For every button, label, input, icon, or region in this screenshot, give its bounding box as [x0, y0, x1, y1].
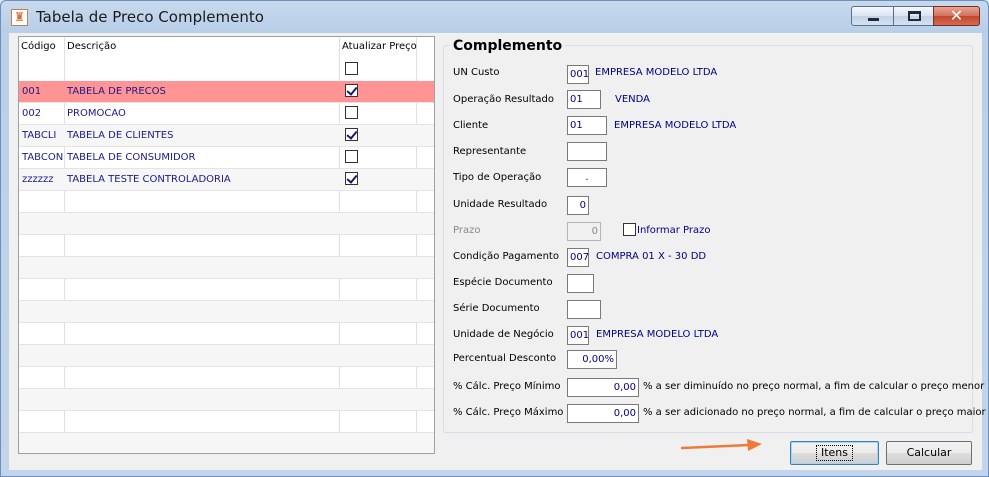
- cell-codigo: zzzzzz: [22, 174, 54, 185]
- itens-button[interactable]: Itens: [790, 441, 879, 465]
- table-row[interactable]: TABCLI TABELA DE CLIENTES: [19, 125, 434, 147]
- minimize-button[interactable]: [851, 6, 894, 26]
- dialog-body: Código Descrição Atualizar Preço 001 TABE…: [9, 33, 986, 470]
- atualizar-preco-checkbox[interactable]: [345, 172, 358, 185]
- empty-row[interactable]: [19, 191, 434, 213]
- cliente-field[interactable]: 01: [567, 116, 607, 135]
- empty-row[interactable]: [19, 345, 434, 367]
- label-calc-preco-minimo: % Cálc. Preço Mínimo: [453, 381, 561, 392]
- un-custo-description: EMPRESA MODELO LTDA: [595, 67, 718, 78]
- cell-descricao: TABELA DE PRECOS: [67, 86, 166, 97]
- cell-descricao: TABELA DE CONSUMIDOR: [67, 152, 196, 163]
- table-row[interactable]: TABCON TABELA DE CONSUMIDOR: [19, 147, 434, 169]
- app-icon: ♜: [11, 9, 28, 26]
- prazo-field: 0: [567, 222, 601, 241]
- unidade-resultado-field[interactable]: 0: [567, 196, 589, 215]
- calc-preco-minimo-field[interactable]: 0,00: [567, 378, 639, 397]
- cell-descricao: TABELA DE CLIENTES: [67, 130, 174, 141]
- label-condicao-pagamento: Condição Pagamento: [453, 251, 559, 262]
- header-checkbox-atualizar[interactable]: [345, 62, 358, 75]
- empty-row[interactable]: [19, 257, 434, 279]
- column-header-descricao[interactable]: Descrição: [67, 41, 116, 52]
- calc-preco-maximo-field[interactable]: 0,00: [567, 404, 639, 423]
- empty-row[interactable]: [19, 235, 434, 257]
- window-title: Tabela de Preco Complemento: [36, 8, 264, 26]
- atualizar-preco-checkbox[interactable]: [345, 106, 358, 119]
- condicao-pagamento-description: COMPRA 01 X - 30 DD: [596, 251, 707, 262]
- dialog-window: ♜ Tabela de Preco Complemento ✕ Código D…: [0, 0, 989, 477]
- unidade-negocio-description: EMPRESA MODELO LTDA: [596, 329, 719, 340]
- un-custo-field[interactable]: 001: [567, 65, 589, 84]
- cell-codigo: TABCLI: [22, 130, 57, 141]
- label-tipo-operacao: Tipo de Operação: [453, 172, 542, 183]
- atualizar-preco-checkbox[interactable]: [345, 128, 358, 141]
- calc-preco-maximo-note: % a ser adicionado no preço normal, a fi…: [643, 407, 986, 418]
- atualizar-preco-checkbox[interactable]: [345, 84, 358, 97]
- calc-preco-minimo-note: % a ser diminuído no preço normal, a fim…: [643, 381, 985, 392]
- calcular-button-label: Calcular: [906, 446, 952, 459]
- label-especie-documento: Espécie Documento: [453, 277, 553, 288]
- label-prazo: Prazo: [453, 225, 481, 236]
- unidade-negocio-field[interactable]: 001: [567, 326, 589, 345]
- close-button[interactable]: ✕: [933, 6, 980, 26]
- label-cliente: Cliente: [453, 120, 489, 131]
- cell-codigo: TABCON: [22, 152, 64, 163]
- label-operacao-resultado: Operação Resultado: [453, 94, 555, 105]
- title-bar[interactable]: ♜ Tabela de Preco Complemento ✕: [1, 1, 988, 35]
- complemento-title: Complemento: [450, 38, 566, 54]
- empty-row[interactable]: [19, 433, 434, 453]
- especie-documento-field[interactable]: [567, 274, 594, 293]
- label-percentual-desconto: Percentual Desconto: [453, 353, 557, 364]
- empty-row[interactable]: [19, 389, 434, 411]
- table-row[interactable]: zzzzzz TABELA TESTE CONTROLADORIA: [19, 169, 434, 191]
- table-row[interactable]: 002 PROMOCAO: [19, 103, 434, 125]
- table-row[interactable]: 001 TABELA DE PRECOS: [19, 81, 434, 103]
- label-unidade-negocio: Unidade de Negócio: [453, 329, 554, 340]
- maximize-icon: [908, 11, 921, 21]
- column-header-codigo[interactable]: Código: [21, 41, 56, 52]
- minimize-icon: [868, 18, 879, 21]
- cell-descricao: PROMOCAO: [67, 108, 126, 119]
- empty-row[interactable]: [19, 279, 434, 301]
- label-representante: Representante: [453, 146, 527, 157]
- cell-codigo: 001: [22, 86, 42, 97]
- cell-codigo: 002: [22, 108, 42, 119]
- representante-field[interactable]: [567, 142, 607, 161]
- tipo-operacao-field[interactable]: .: [567, 168, 607, 187]
- percentual-desconto-field[interactable]: 0,00%: [567, 350, 617, 369]
- maximize-button[interactable]: [893, 6, 934, 26]
- label-calc-preco-maximo: % Cálc. Preço Máximo: [453, 407, 564, 418]
- label-unidade-resultado: Unidade Resultado: [453, 199, 548, 210]
- operacao-resultado-description: VENDA: [615, 94, 651, 105]
- label-un-custo: UN Custo: [453, 67, 500, 78]
- cell-descricao: TABELA TESTE CONTROLADORIA: [67, 174, 231, 185]
- itens-button-label: Itens: [815, 445, 854, 461]
- grid-header: Código Descrição Atualizar Preço: [19, 37, 434, 59]
- close-icon: ✕: [949, 6, 964, 25]
- cliente-description: EMPRESA MODELO LTDA: [614, 120, 737, 131]
- serie-documento-field[interactable]: [567, 300, 601, 319]
- operacao-resultado-field[interactable]: 01: [567, 90, 601, 109]
- empty-row[interactable]: [19, 301, 434, 323]
- label-serie-documento: Série Documento: [453, 303, 540, 314]
- calcular-button[interactable]: Calcular: [886, 441, 972, 465]
- price-table-grid[interactable]: Código Descrição Atualizar Preço 001 TABE…: [18, 36, 435, 454]
- arrow-annotation-icon: [681, 439, 762, 451]
- atualizar-preco-checkbox[interactable]: [345, 150, 358, 163]
- empty-row[interactable]: [19, 323, 434, 345]
- empty-row[interactable]: [19, 213, 434, 235]
- empty-row[interactable]: [19, 411, 434, 433]
- informar-prazo-label[interactable]: Informar Prazo: [637, 225, 710, 236]
- condicao-pagamento-field[interactable]: 007: [567, 248, 589, 267]
- column-header-atualizar-preco[interactable]: Atualizar Preço: [342, 41, 417, 52]
- informar-prazo-checkbox[interactable]: [623, 223, 636, 236]
- empty-row[interactable]: [19, 367, 434, 389]
